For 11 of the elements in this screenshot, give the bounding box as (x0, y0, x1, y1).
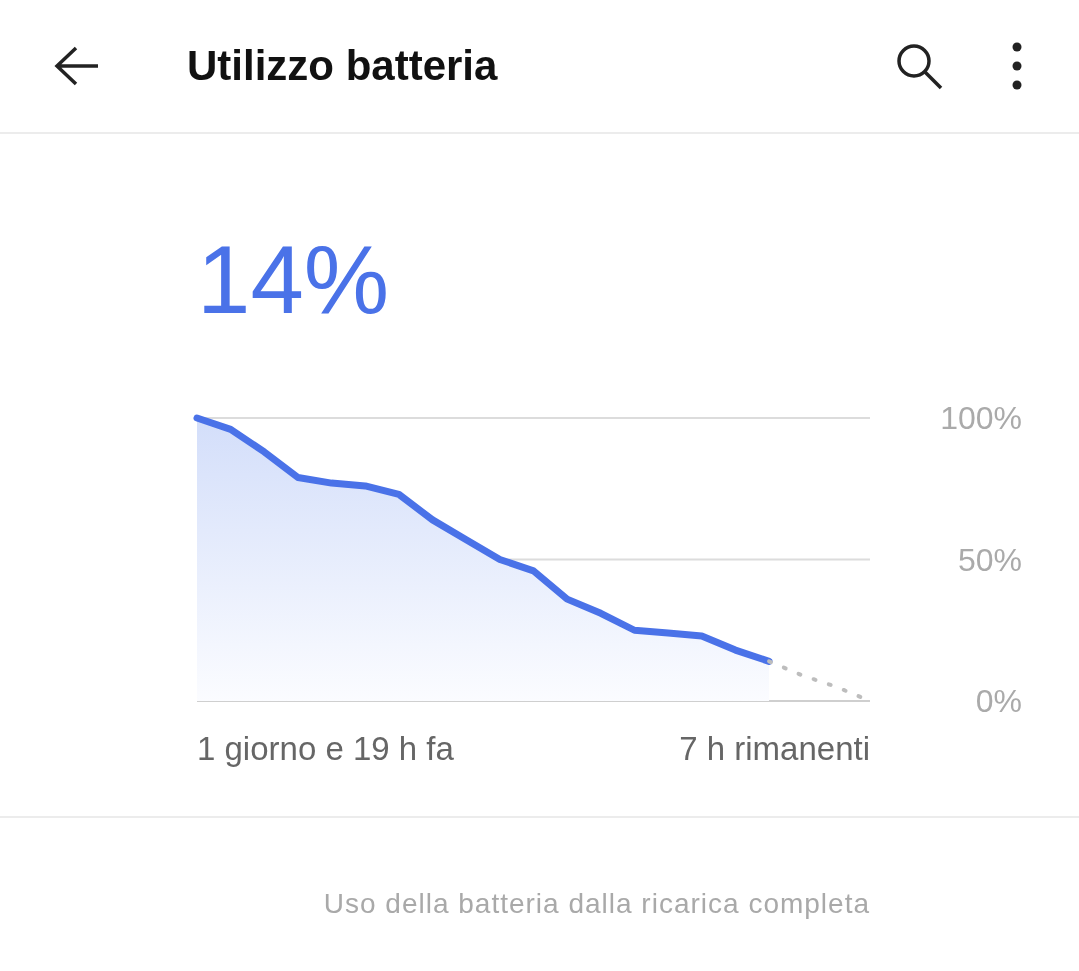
back-icon[interactable] (54, 46, 100, 86)
y-tick-label: 0% (975, 683, 1022, 714)
chart-caption: Uso della batteria dalla ricarica completa (323, 888, 870, 920)
x-axis-label: 7 h rimanenti (679, 730, 870, 768)
more-icon[interactable] (1011, 42, 1023, 90)
x-axis-label: 1 giorno e 19 h fa (197, 730, 454, 768)
battery-percentage: 14% (197, 232, 390, 328)
search-icon[interactable] (895, 42, 943, 90)
y-tick-label: 100% (940, 404, 1022, 436)
y-tick-label: 50% (957, 541, 1022, 578)
page-title: Utilizzo batteria (187, 42, 499, 90)
